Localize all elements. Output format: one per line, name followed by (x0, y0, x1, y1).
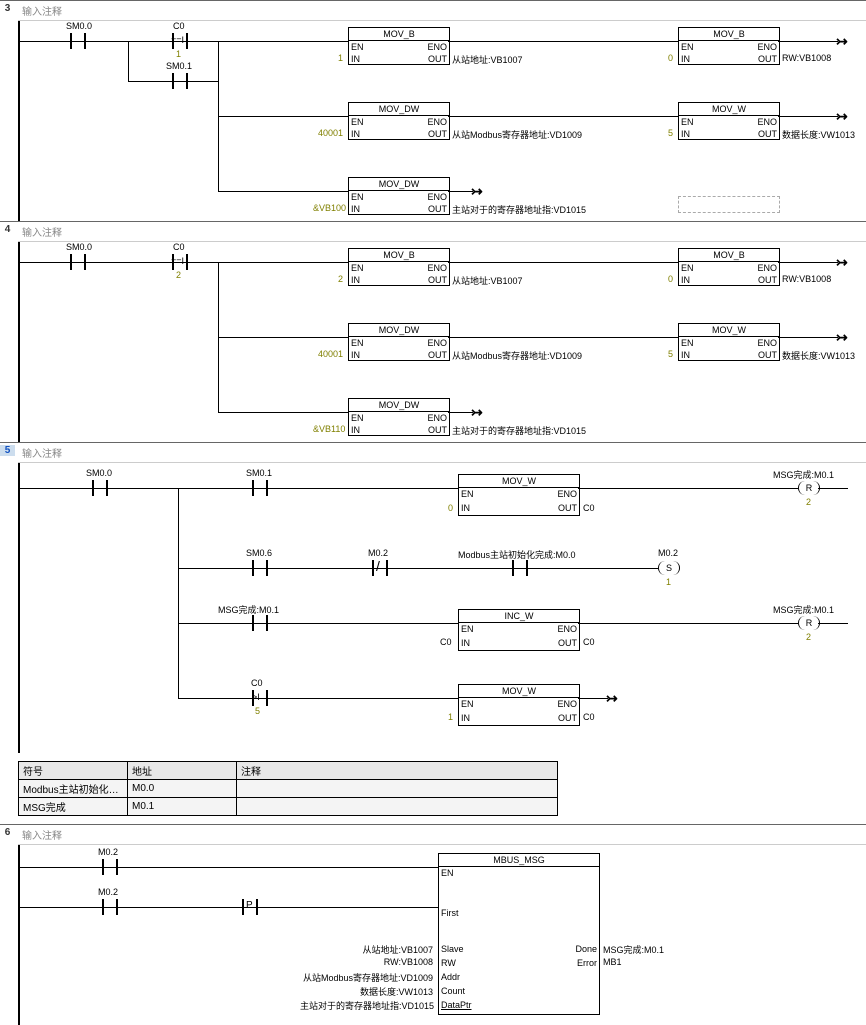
box-movdw-1[interactable]: MOV_DW EN ENO IN OUT (348, 323, 450, 361)
box-movw[interactable]: MOV_W EN ENO IN OUT (458, 474, 580, 516)
contact-pulse[interactable]: P (238, 899, 262, 915)
contact-sm00[interactable] (88, 480, 112, 496)
contact-m02[interactable] (98, 859, 122, 875)
th-addr: 地址 (128, 762, 237, 780)
box-movb-1[interactable]: MOV_B EN ENO IN OUT (348, 27, 450, 65)
network-comment[interactable]: 输入注释 (18, 1, 866, 21)
label-c0-val: 1 (176, 49, 181, 59)
contact-mb-init[interactable] (508, 560, 532, 576)
network-6: 6 输入注释 M0.2 M0.2 P MBUS_MSG EN First Sla… (0, 824, 866, 1025)
th-symbol: 符号 (19, 762, 128, 780)
box-movdw-2[interactable]: MOV_DW EN ENO IN OUT (348, 177, 450, 215)
contact-sm01[interactable] (168, 73, 192, 89)
network-number: 3 (0, 3, 15, 14)
terminator-icon: ↣ (606, 690, 618, 707)
network-number: 6 (0, 827, 15, 838)
box-movb-1[interactable]: MOV_B EN ENO IN OUT (348, 248, 450, 286)
contact-sm06[interactable] (248, 560, 272, 576)
network-comment[interactable]: 输入注释 (18, 222, 866, 242)
network-comment[interactable]: 输入注释 (18, 443, 866, 463)
box-movb-2[interactable]: MOV_B EN ENO IN OUT (678, 248, 780, 286)
contact-m02-neg[interactable] (368, 560, 392, 576)
table-row[interactable]: Modbus主站初始化… M0.0 (19, 780, 558, 798)
th-comment: 注释 (237, 762, 558, 780)
coil-reset[interactable]: R (798, 481, 820, 495)
terminator-icon: ↣ (836, 33, 848, 50)
selection-box (678, 196, 780, 213)
box-mbus-msg[interactable]: MBUS_MSG EN First Slave RW Addr Count Da… (438, 853, 600, 1015)
contact-sm00[interactable] (66, 254, 90, 270)
label-sm01: SM0.1 (166, 61, 192, 71)
box-movdw-2[interactable]: MOV_DW EN ENO IN OUT (348, 398, 450, 436)
contact-sm00[interactable] (66, 33, 90, 49)
network-number: 5 (0, 445, 15, 456)
network-comment[interactable]: 输入注释 (18, 825, 866, 845)
box-movw-1[interactable]: MOV_W EN ENO IN OUT (678, 102, 780, 140)
box-movdw-1[interactable]: MOV_DW EN ENO IN OUT (348, 102, 450, 140)
terminator-icon: ↣ (836, 108, 848, 125)
label-c0: C0 (173, 21, 185, 31)
contact-sm01[interactable] (248, 480, 272, 496)
terminator-icon: ↣ (471, 404, 483, 421)
label-c0-op: ==I (171, 35, 184, 45)
terminator-icon: ↣ (836, 254, 848, 271)
contact-msgdone[interactable] (248, 615, 272, 631)
network-4: 4 输入注释 SM0.0 C0 ==I 2 MOV_B EN ENO IN OU… (0, 221, 866, 442)
network-3: 3 输入注释 SM0.0 C0 ==I 1 SM0.1 MOV_B EN ENO… (0, 0, 866, 221)
box-movb-2[interactable]: MOV_B EN ENO IN OUT (678, 27, 780, 65)
terminator-icon: ↣ (471, 183, 483, 200)
box-movw-2[interactable]: MOV_W EN ENO IN OUT (458, 684, 580, 726)
box-incw[interactable]: INC_W EN ENO IN OUT (458, 609, 580, 651)
label-sm00: SM0.0 (66, 21, 92, 31)
symbol-table[interactable]: 符号 地址 注释 Modbus主站初始化… M0.0 MSG完成 M0.1 (18, 761, 558, 816)
table-row[interactable]: MSG完成 M0.1 (19, 798, 558, 816)
coil-reset-2[interactable]: R (798, 616, 820, 630)
terminator-icon: ↣ (836, 329, 848, 346)
contact-m02-b[interactable] (98, 899, 122, 915)
box-movw-1[interactable]: MOV_W EN ENO IN OUT (678, 323, 780, 361)
network-5: 5 输入注释 SM0.0 SM0.1 MOV_W EN ENO IN OUT 0… (0, 442, 866, 816)
coil-set[interactable]: S (658, 561, 680, 575)
network-number: 4 (0, 224, 15, 235)
